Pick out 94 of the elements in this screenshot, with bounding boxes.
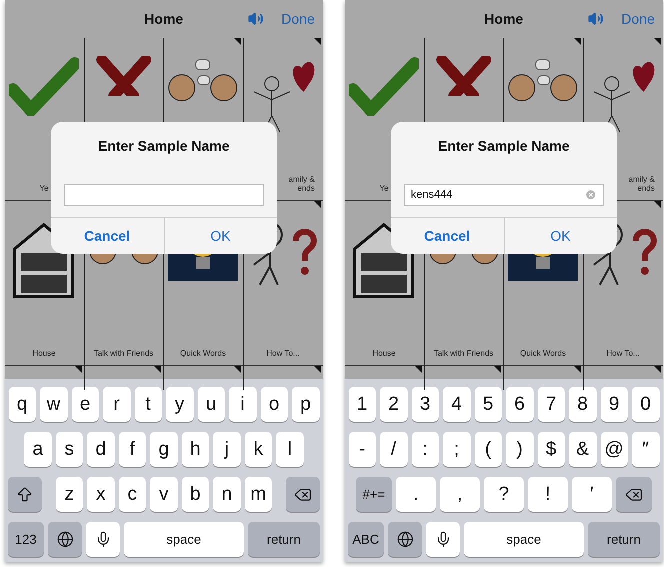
keyboard-mode-key[interactable]: ABC (348, 522, 384, 557)
globe-key[interactable] (48, 522, 82, 557)
keyboard-key[interactable]: z (56, 477, 84, 512)
keyboard-key[interactable]: 2 (380, 387, 408, 422)
globe-icon (56, 531, 74, 548)
keyboard-key[interactable]: r (103, 387, 130, 422)
tile-label: Quick Words (520, 349, 566, 359)
keyboard-key[interactable]: ; (443, 432, 470, 467)
keyboard-key[interactable]: 8 (569, 387, 596, 422)
backspace-key[interactable] (286, 477, 320, 512)
keyboard-key[interactable]: @ (600, 432, 628, 467)
nav-title: Home (484, 11, 524, 27)
keyboard-key[interactable]: u (198, 387, 225, 422)
keyboard-key[interactable]: : (412, 432, 439, 467)
dialog-title: Enter Sample Name (438, 138, 570, 154)
keyboard-key[interactable]: ! (528, 477, 568, 512)
input-field[interactable] (64, 184, 264, 206)
keyboard-key[interactable]: ? (484, 477, 524, 512)
keyboard-key[interactable]: n (213, 477, 241, 512)
keyboard-key[interactable]: b (182, 477, 210, 512)
keyboard-key[interactable]: x (87, 477, 115, 512)
globe-key[interactable] (388, 522, 422, 557)
keyboard-key[interactable]: 4 (443, 387, 470, 422)
tile-label: How To... (266, 349, 300, 359)
cross-mark-icon (434, 56, 494, 96)
tile-label: How To... (606, 349, 640, 359)
keyboard-key[interactable]: 3 (412, 387, 439, 422)
nav-title: Home (144, 11, 184, 27)
dialog-button[interactable]: Cancel (391, 218, 504, 254)
check-mark-icon (349, 56, 420, 116)
keyboard-key[interactable]: a (24, 432, 52, 467)
keyboard-key[interactable]: 6 (506, 387, 534, 422)
keyboard-key[interactable]: & (569, 432, 596, 467)
shift-key[interactable] (8, 477, 42, 512)
return-key[interactable]: return (588, 522, 660, 557)
tile-label: Quick Words (180, 349, 226, 359)
keyboard-key[interactable]: d (87, 432, 115, 467)
cross-mark-icon (94, 56, 154, 96)
tile-label: Ye (380, 184, 389, 194)
tile-label: amily & ends (288, 174, 315, 194)
keyboard-key[interactable]: ) (506, 432, 534, 467)
keyboard-key[interactable]: 9 (600, 387, 628, 422)
keyboard-key[interactable]: w (40, 387, 68, 422)
microphone-key[interactable] (86, 522, 120, 557)
keyboard-key[interactable]: y (166, 387, 194, 422)
keyboard-key[interactable]: ′ (572, 477, 612, 512)
backspace-key[interactable] (616, 477, 652, 512)
keyboard-key[interactable]: c (118, 477, 146, 512)
keyboard-key[interactable]: l (276, 432, 304, 467)
keyboard-key[interactable]: f (118, 432, 146, 467)
keyboard-key[interactable]: ″ (632, 432, 660, 467)
tile-label: House (32, 349, 56, 359)
keyboard-key[interactable]: v (150, 477, 178, 512)
keyboard-key[interactable]: p (292, 387, 320, 422)
keyboard-key[interactable]: / (380, 432, 408, 467)
keyboard-key[interactable]: , (440, 477, 480, 512)
globe-icon (396, 531, 414, 548)
keyboard-key[interactable]: s (56, 432, 84, 467)
keyboard-mode-key[interactable]: 123 (8, 522, 44, 557)
tile-label: Talk with Friends (434, 349, 494, 359)
keyboard-key[interactable]: 1 (348, 387, 376, 422)
keyboard-key[interactable]: 0 (632, 387, 660, 422)
speaker-icon[interactable] (588, 11, 604, 27)
keyboard-key[interactable]: g (150, 432, 178, 467)
shift-icon (16, 486, 34, 504)
keyboard-key[interactable]: t (134, 387, 162, 422)
input-field[interactable]: kens444 (404, 184, 604, 206)
keyboard-key[interactable]: m (244, 477, 272, 512)
keyboard-mode-key[interactable]: #+= (356, 477, 392, 512)
keyboard-key[interactable]: - (348, 432, 376, 467)
tile-label: Talk with Friends (94, 349, 154, 359)
check-mark-icon (9, 56, 80, 116)
tile-label: Ye (40, 184, 49, 194)
microphone-key[interactable] (426, 522, 460, 557)
dialog-button[interactable]: Cancel (51, 218, 164, 254)
keyboard-key[interactable]: 5 (474, 387, 502, 422)
space-key[interactable]: space (464, 522, 584, 557)
keyboard-key[interactable]: j (213, 432, 241, 467)
keyboard-key[interactable]: $ (538, 432, 565, 467)
tile-label: amily & ends (628, 174, 655, 194)
keyboard-key[interactable]: ( (474, 432, 502, 467)
keyboard-key[interactable]: h (182, 432, 210, 467)
return-key[interactable]: return (248, 522, 320, 557)
dialog-title: Enter Sample Name (98, 138, 230, 154)
space-key[interactable]: space (124, 522, 244, 557)
keyboard-key[interactable]: 7 (538, 387, 565, 422)
keyboard-key[interactable]: o (260, 387, 288, 422)
keyboard-key[interactable]: k (244, 432, 272, 467)
tile-label: House (372, 349, 396, 359)
keyboard-key[interactable]: q (8, 387, 36, 422)
speaker-icon[interactable] (248, 11, 264, 27)
keyboard-key[interactable]: . (396, 477, 436, 512)
keyboard-key[interactable]: i (229, 387, 256, 422)
keyboard-key[interactable]: e (72, 387, 99, 422)
